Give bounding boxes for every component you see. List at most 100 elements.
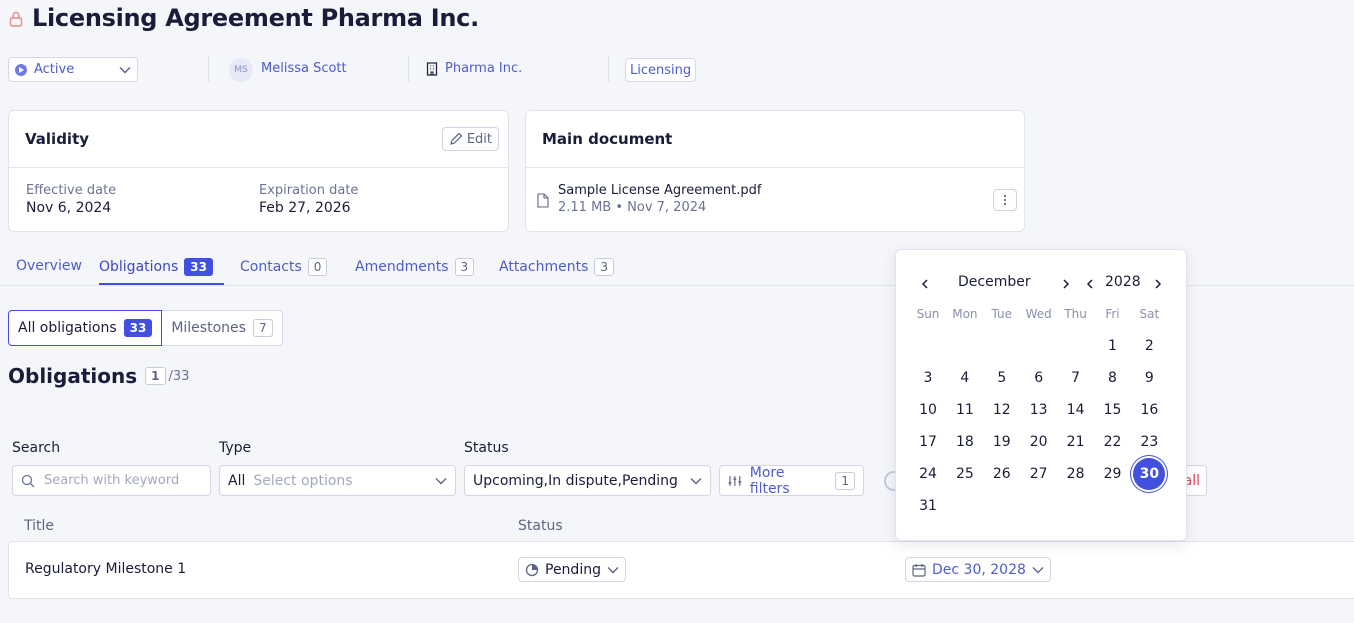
next-year-icon[interactable] [1154,279,1162,289]
divider [408,56,409,82]
tab-label: Contacts [240,259,302,275]
tab-attachments[interactable]: Attachments 3 [499,258,615,276]
shown-count: 1 [145,367,166,385]
expiration-date-value: Feb 27, 2026 [259,200,351,216]
expiration-date-label: Expiration date [259,183,359,198]
chevron-down-icon [690,477,702,484]
weekday-label: Sat [1139,307,1160,321]
validity-title: Validity [9,111,508,168]
calendar-day[interactable]: 18 [949,426,981,458]
weekday-label: Thu [1064,307,1087,321]
calendar-day[interactable]: 14 [1060,394,1092,426]
tag-chip[interactable]: Licensing [625,58,697,82]
weekday-label: Fri [1105,307,1120,321]
segment-all-obligations[interactable]: All obligations 33 [8,310,163,346]
calendar-day[interactable]: 29 [1097,458,1129,490]
status-select-value: Active [34,62,75,77]
more-filters-label: More filters [749,464,790,497]
calendar-day[interactable]: 7 [1060,362,1092,394]
calendar-day[interactable]: 19 [986,426,1018,458]
status-select[interactable]: Active [8,57,138,82]
weekday-label: Mon [952,307,978,321]
more-filters-button[interactable]: More filters 1 [719,464,864,497]
obligation-segment: All obligations 33 Milestones 7 [8,310,283,346]
row-status-value: Pending [545,561,601,578]
count-badge: 7 [252,319,273,337]
kebab-icon [1003,194,1007,206]
type-value: All [228,472,246,489]
more-options-button[interactable] [993,189,1017,211]
segment-label: Milestones [171,320,246,336]
due-date-value: Dec 30, 2028 [932,561,1026,578]
tab-amendments[interactable]: Amendments 3 [355,258,475,276]
calendar-day[interactable]: 11 [949,394,981,426]
calendar-day[interactable]: 20 [1023,426,1055,458]
chevron-down-icon [607,566,619,573]
tab-contacts[interactable]: Contacts 0 [240,258,328,276]
owner-link[interactable]: Melissa Scott [261,61,347,76]
count-badge: 1 [835,471,855,490]
calendar-day[interactable]: 13 [1023,394,1055,426]
calendar-day[interactable]: 16 [1133,394,1165,426]
play-icon [15,63,27,76]
effective-date-value: Nov 6, 2024 [26,200,112,216]
file-meta: 2.11 MB • Nov 7, 2024 [558,200,707,215]
main-document-title: Main document [526,111,1024,168]
divider [208,56,209,82]
calendar-day[interactable]: 4 [949,362,981,394]
calendar-day[interactable]: 22 [1097,426,1129,458]
type-placeholder: Select options [253,472,353,489]
effective-date-label: Effective date [26,183,117,198]
calendar-day-selected[interactable]: 30 [1133,458,1166,490]
calendar-month[interactable]: December [958,274,1031,290]
calendar-day[interactable]: 10 [912,394,944,426]
calendar-day[interactable]: 2 [1133,330,1165,362]
edit-button-label: Edit [466,131,492,147]
tab-overview[interactable]: Overview [16,258,82,274]
due-date-picker[interactable]: Dec 30, 2028 [905,557,1051,582]
search-input[interactable]: Search with keyword [12,465,211,496]
calendar-day[interactable]: 8 [1097,362,1129,394]
calendar-day[interactable]: 9 [1133,362,1165,394]
search-label: Search [12,440,61,456]
tab-obligations[interactable]: Obligations 33 [99,258,213,276]
weekday-label: Sun [916,307,940,321]
calendar-day[interactable]: 28 [1060,458,1092,490]
column-title: Title [24,518,55,534]
calendar-day[interactable]: 15 [1097,394,1129,426]
row-status-select[interactable]: Pending [518,557,626,582]
calendar-day[interactable]: 26 [986,458,1018,490]
obligations-heading: Obligations 1 /33 [8,364,189,388]
calendar-day[interactable]: 25 [949,458,981,490]
file-icon [537,193,549,208]
file-name-link[interactable]: Sample License Agreement.pdf [558,183,761,198]
chevron-down-icon [1032,566,1044,573]
edit-button[interactable]: Edit [441,127,499,151]
next-month-icon[interactable] [1062,279,1070,289]
calendar-day[interactable]: 24 [912,458,944,490]
calendar-day[interactable]: 31 [912,490,944,522]
prev-year-icon[interactable] [1086,279,1094,289]
calendar-day[interactable]: 21 [1060,426,1092,458]
calendar-day[interactable]: 6 [1023,362,1055,394]
building-icon [426,62,438,76]
calendar-day[interactable]: 5 [986,362,1018,394]
row-title[interactable]: Regulatory Milestone 1 [25,561,186,577]
type-select[interactable]: All Select options [219,465,456,496]
calendar-year[interactable]: 2028 [1105,274,1141,290]
calendar-day[interactable]: 23 [1133,426,1165,458]
calendar-day[interactable]: 1 [1097,330,1129,362]
page-title: Licensing Agreement Pharma Inc. [32,4,479,32]
prev-month-icon[interactable] [921,279,929,289]
calendar-day[interactable]: 17 [912,426,944,458]
avatar: MS [229,58,253,82]
calendar-day[interactable]: 27 [1023,458,1055,490]
calendar-day[interactable]: 3 [912,362,944,394]
company-link[interactable]: Pharma Inc. [445,61,522,76]
segment-milestones[interactable]: Milestones 7 [162,310,283,346]
pencil-icon [449,132,463,145]
status-filter-select[interactable]: Upcoming,In dispute,Pending [464,465,711,496]
lock-icon [9,11,23,27]
calendar-day[interactable]: 12 [986,394,1018,426]
table-row[interactable] [8,541,1354,599]
